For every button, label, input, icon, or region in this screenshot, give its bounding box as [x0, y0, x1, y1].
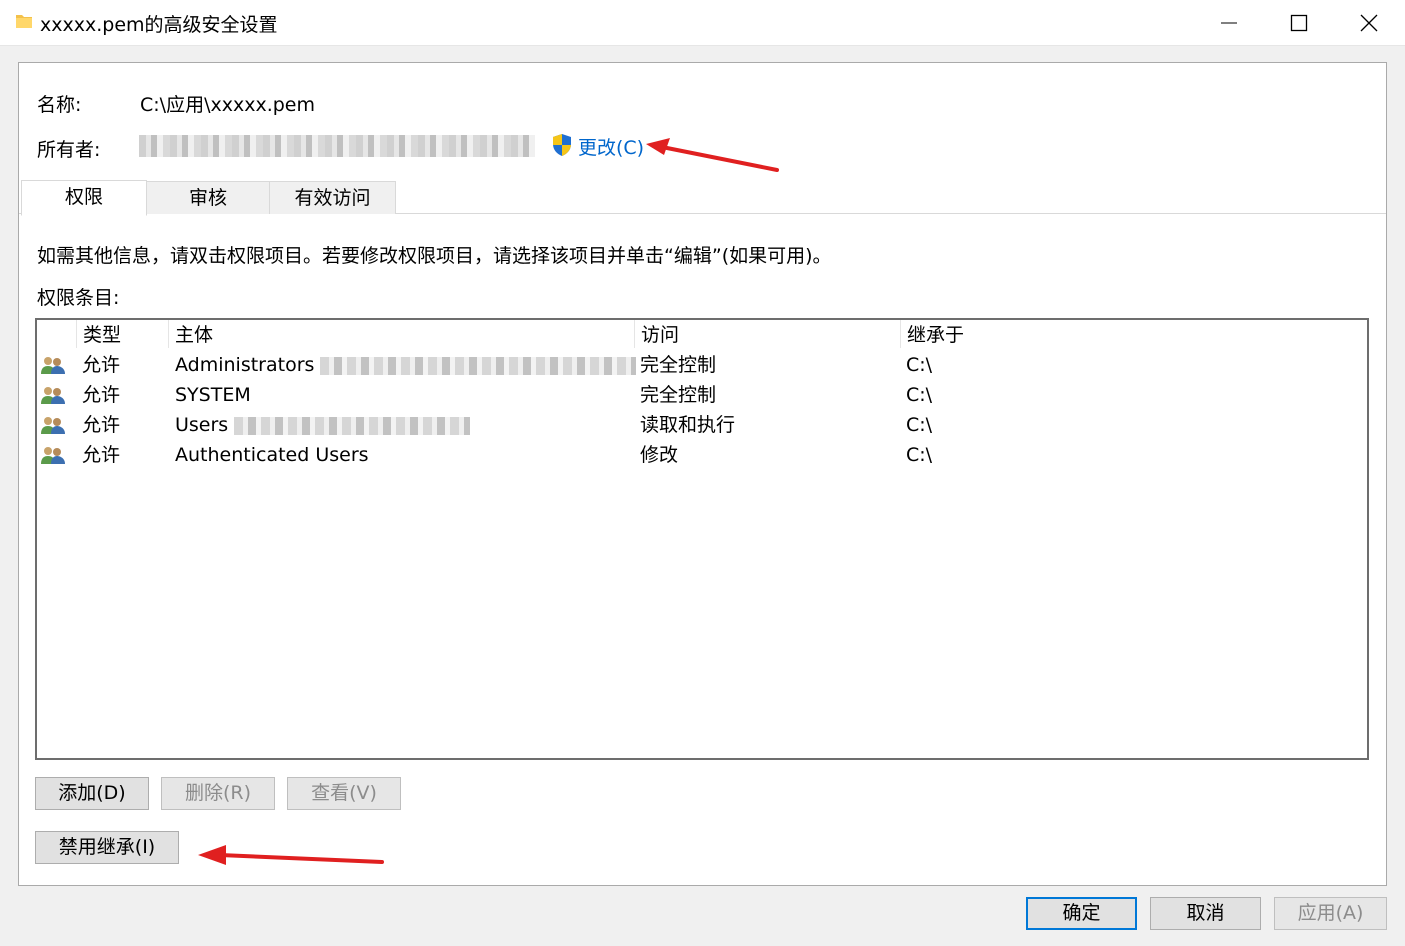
- column-header-type[interactable]: 类型: [77, 320, 169, 348]
- disable-inheritance-button[interactable]: 禁用继承(I): [35, 831, 179, 864]
- minimize-icon: [1221, 22, 1237, 24]
- window-title: xxxxx.pem的高级安全设置: [40, 14, 278, 36]
- close-button[interactable]: [1334, 0, 1404, 45]
- change-owner-link[interactable]: 更改(C): [578, 133, 644, 160]
- tab-permissions[interactable]: 权限: [21, 180, 147, 216]
- users-icon: [41, 447, 65, 464]
- row-inherited-from: C:\: [906, 414, 933, 436]
- folder-icon: [16, 15, 32, 28]
- cancel-button[interactable]: 取消: [1150, 897, 1261, 930]
- row-type: 允许: [82, 384, 121, 406]
- users-icon: [41, 387, 65, 404]
- add-button[interactable]: 添加(D): [35, 777, 149, 810]
- uac-shield-icon: [553, 134, 571, 156]
- main-panel: 名称: C:\应用\xxxxx.pem 所有者: 更改(C) 权限 审核 有效访…: [18, 62, 1387, 886]
- row-principal: Users: [175, 414, 229, 436]
- row-principal: SYSTEM: [175, 384, 251, 406]
- tab-auditing[interactable]: 审核: [145, 181, 271, 214]
- remove-button[interactable]: 删除(R): [161, 777, 275, 810]
- permission-entries-list[interactable]: 类型 主体 访问 继承于 允许 Administrators 完全控制 C:\ …: [35, 318, 1369, 760]
- row-type: 允许: [82, 354, 121, 376]
- redacted-text: [320, 356, 637, 375]
- annotation-arrow-icon: [646, 138, 779, 172]
- row-access: 修改: [640, 444, 679, 466]
- row-inherited-from: C:\: [906, 444, 933, 466]
- minimize-button[interactable]: [1194, 0, 1264, 45]
- tab-effective-access[interactable]: 有效访问: [269, 181, 396, 214]
- column-header-access[interactable]: 访问: [635, 320, 901, 348]
- entries-label: 权限条目:: [37, 287, 120, 309]
- view-button[interactable]: 查看(V): [287, 777, 401, 810]
- maximize-button[interactable]: [1264, 0, 1334, 45]
- table-row[interactable]: 允许 Administrators 完全控制 C:\: [37, 350, 1367, 380]
- name-value: C:\应用\xxxxx.pem: [140, 94, 315, 116]
- name-label: 名称:: [37, 94, 82, 116]
- table-row[interactable]: 允许 Authenticated Users 修改 C:\: [37, 440, 1367, 470]
- apply-button[interactable]: 应用(A): [1274, 897, 1387, 930]
- row-access: 完全控制: [640, 354, 717, 376]
- table-row[interactable]: 允许 SYSTEM 完全控制 C:\: [37, 380, 1367, 410]
- close-icon: [1360, 14, 1378, 32]
- row-inherited-from: C:\: [906, 354, 933, 376]
- users-icon: [41, 357, 65, 374]
- row-type: 允许: [82, 444, 121, 466]
- row-access: 读取和执行: [640, 414, 736, 436]
- users-icon: [41, 417, 65, 434]
- row-principal: Authenticated Users: [175, 444, 369, 466]
- row-principal: Administrators: [175, 354, 315, 376]
- column-header-icon: [37, 320, 77, 348]
- row-type: 允许: [82, 414, 121, 436]
- table-row[interactable]: 允许 Users 读取和执行 C:\: [37, 410, 1367, 440]
- redacted-text: [234, 416, 471, 435]
- column-header-principal[interactable]: 主体: [169, 320, 635, 348]
- owner-value-redacted: [139, 135, 535, 157]
- ok-button[interactable]: 确定: [1026, 897, 1137, 930]
- title-bar: xxxxx.pem的高级安全设置: [0, 0, 1405, 46]
- column-header-inherited-from[interactable]: 继承于: [901, 320, 1367, 348]
- info-text: 如需其他信息，请双击权限项目。若要修改权限项目，请选择该项目并单击“编辑”(如果…: [37, 245, 832, 267]
- maximize-icon: [1290, 14, 1308, 32]
- row-inherited-from: C:\: [906, 384, 933, 406]
- row-access: 完全控制: [640, 384, 717, 406]
- owner-label: 所有者:: [37, 139, 101, 161]
- annotation-arrow-icon: [198, 845, 384, 865]
